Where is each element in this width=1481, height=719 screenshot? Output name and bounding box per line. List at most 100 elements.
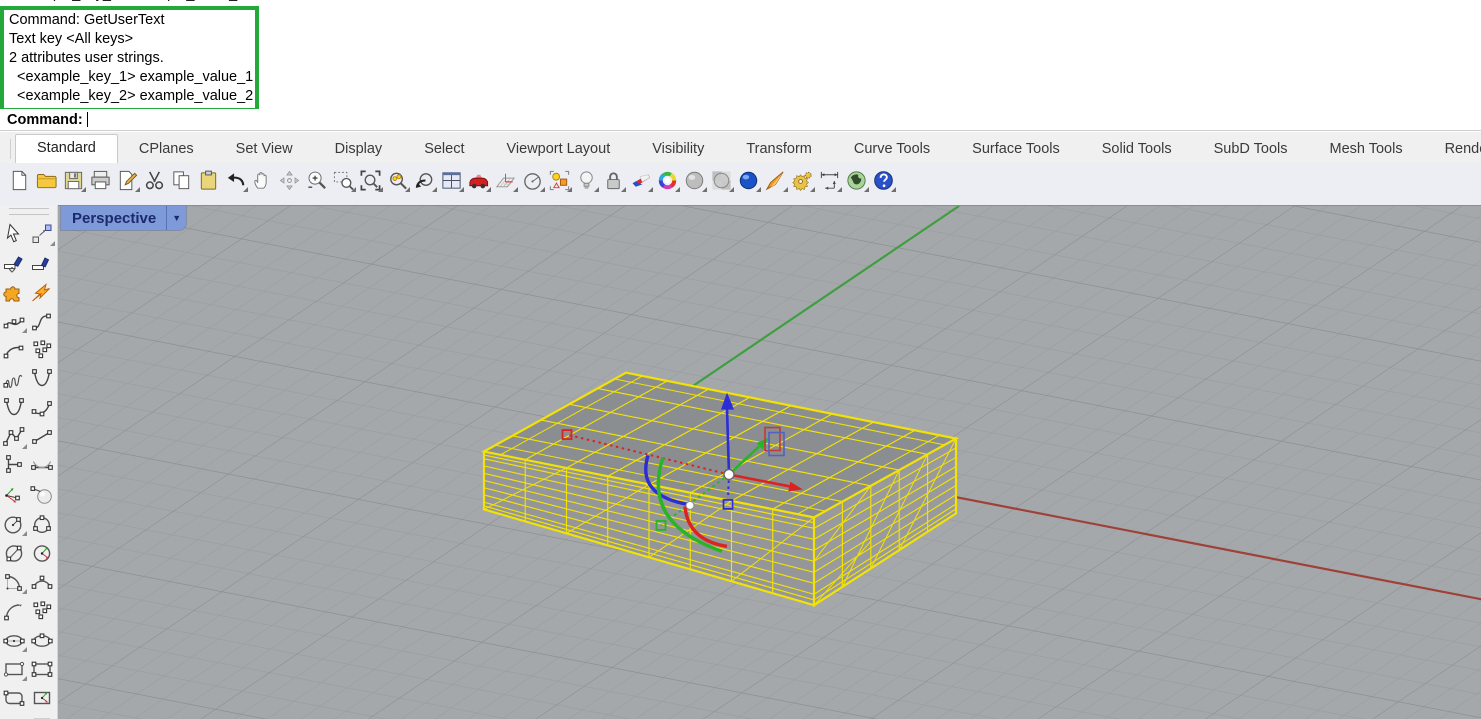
cut-icon[interactable] bbox=[141, 166, 168, 194]
line-perpendicular-tool-icon[interactable] bbox=[1, 453, 27, 479]
viewport-scene bbox=[58, 206, 1481, 719]
help-icon[interactable] bbox=[870, 166, 897, 194]
gumball-arc-knot[interactable] bbox=[686, 501, 694, 509]
undo-icon[interactable] bbox=[222, 166, 249, 194]
viewport-title: Perspective bbox=[72, 210, 166, 227]
viewport-title-tab[interactable]: Perspective ▼ bbox=[61, 206, 186, 230]
open-file-icon[interactable] bbox=[33, 166, 60, 194]
tab-cplanes[interactable]: CPlanes bbox=[118, 136, 215, 163]
tab-standard[interactable]: Standard bbox=[15, 134, 118, 163]
tab-transform[interactable]: Transform bbox=[725, 136, 833, 163]
circle-3pt-tool-icon[interactable] bbox=[29, 511, 55, 537]
ghosted-display-icon[interactable] bbox=[708, 166, 735, 194]
history-line: Text key <All keys> bbox=[9, 30, 255, 49]
zoom-dynamic-icon[interactable] bbox=[303, 166, 330, 194]
print-icon[interactable] bbox=[87, 166, 114, 194]
tab-viewport-layout[interactable]: Viewport Layout bbox=[486, 136, 632, 163]
set-radius-icon[interactable] bbox=[519, 166, 546, 194]
circle-center-radius-tool-icon[interactable] bbox=[1, 511, 27, 537]
history-line: <example_key_2> example_value_2 bbox=[9, 87, 255, 106]
layer-tools-icon[interactable] bbox=[627, 166, 654, 194]
tab-display[interactable]: Display bbox=[314, 136, 404, 163]
circle-tangent-tool-icon[interactable] bbox=[29, 482, 55, 508]
tab-mesh-tools[interactable]: Mesh Tools bbox=[1309, 136, 1424, 163]
tab-subd-tools[interactable]: SubD Tools bbox=[1193, 136, 1309, 163]
selection-filter-icon[interactable] bbox=[546, 166, 573, 194]
sidebar-grip[interactable] bbox=[9, 208, 49, 215]
command-history-box: Command: GetUserTextText key <All keys>2… bbox=[0, 6, 259, 112]
edit-properties-icon[interactable] bbox=[114, 166, 141, 194]
tab-surface-tools[interactable]: Surface Tools bbox=[951, 136, 1081, 163]
zoom-selected-icon[interactable] bbox=[384, 166, 411, 194]
rectangle-rounded-tool-icon[interactable] bbox=[1, 685, 27, 711]
arc-continue-tool-icon[interactable] bbox=[1, 598, 27, 624]
toolbar-tab-strip: StandardCPlanesSet ViewDisplaySelectView… bbox=[0, 132, 1481, 164]
line-tool-icon[interactable] bbox=[29, 424, 55, 450]
explode-tool-icon[interactable] bbox=[29, 279, 55, 305]
new-file-icon[interactable] bbox=[6, 166, 33, 194]
point-grid-tool-icon[interactable] bbox=[29, 337, 55, 363]
pan-icon[interactable] bbox=[249, 166, 276, 194]
viewport-layout-icon[interactable] bbox=[438, 166, 465, 194]
zoom-extents-icon[interactable] bbox=[357, 166, 384, 194]
parabola-tool-icon[interactable] bbox=[1, 395, 27, 421]
options-icon[interactable] bbox=[789, 166, 816, 194]
history-line: Command: GetUserText bbox=[9, 11, 255, 30]
sketch-tool-icon[interactable] bbox=[1, 366, 27, 392]
standard-toolbar bbox=[0, 163, 1481, 208]
ellipse-center-tool-icon[interactable] bbox=[1, 627, 27, 653]
arc-center-tool-icon[interactable] bbox=[1, 569, 27, 595]
undelete-tool-icon[interactable] bbox=[29, 250, 55, 276]
tab-select[interactable]: Select bbox=[403, 136, 485, 163]
tab-curve-tools[interactable]: Curve Tools bbox=[833, 136, 951, 163]
polygon-tool-icon[interactable] bbox=[1, 714, 27, 719]
dimension-icon[interactable] bbox=[816, 166, 843, 194]
polygon-inscribed-tool-icon[interactable] bbox=[29, 714, 55, 719]
cplane-icon[interactable] bbox=[492, 166, 519, 194]
tab-solid-tools[interactable]: Solid Tools bbox=[1081, 136, 1193, 163]
arc-blend-tool-icon[interactable] bbox=[1, 337, 27, 363]
polyline-tool-icon[interactable] bbox=[1, 424, 27, 450]
render-environment-icon[interactable] bbox=[843, 166, 870, 194]
arc-3pt-tool-icon[interactable] bbox=[29, 569, 55, 595]
spotlight-icon[interactable] bbox=[762, 166, 789, 194]
zoom-window-icon[interactable] bbox=[330, 166, 357, 194]
group-tool-icon[interactable] bbox=[1, 279, 27, 305]
line-tangent-tool-icon[interactable] bbox=[29, 453, 55, 479]
rectangle-3pt-tool-icon[interactable] bbox=[29, 656, 55, 682]
tab-strip-grip[interactable] bbox=[10, 139, 11, 159]
named-view-car-icon[interactable] bbox=[465, 166, 492, 194]
rectangle-center-tool-icon[interactable] bbox=[29, 685, 55, 711]
shaded-display-icon[interactable] bbox=[681, 166, 708, 194]
rotate-view-icon[interactable] bbox=[276, 166, 303, 194]
rectangle-tool-icon[interactable] bbox=[1, 656, 27, 682]
circle-diameter-tool-icon[interactable] bbox=[1, 540, 27, 566]
command-prompt[interactable]: Command: bbox=[0, 109, 1481, 131]
curve-through-points-tool-icon[interactable] bbox=[29, 366, 55, 392]
circle-vertical-tool-icon[interactable] bbox=[29, 540, 55, 566]
curve-interpolate-tool-icon[interactable] bbox=[1, 308, 27, 334]
lock-objects-icon[interactable] bbox=[600, 166, 627, 194]
hide-objects-icon[interactable] bbox=[573, 166, 600, 194]
perspective-viewport[interactable]: Perspective ▼ bbox=[58, 205, 1481, 719]
copy-icon[interactable] bbox=[168, 166, 195, 194]
curve-control-point-tool-icon[interactable] bbox=[29, 308, 55, 334]
paste-icon[interactable] bbox=[195, 166, 222, 194]
handle-curve-tool-icon[interactable] bbox=[29, 395, 55, 421]
rendered-display-icon[interactable] bbox=[735, 166, 762, 194]
point-cluster-tool-icon[interactable] bbox=[29, 598, 55, 624]
tab-render-tools[interactable]: Render Tools bbox=[1424, 136, 1481, 163]
select-tool-icon[interactable] bbox=[1, 221, 27, 247]
color-wheel-icon[interactable] bbox=[654, 166, 681, 194]
main-area: Perspective ▼ bbox=[0, 205, 1481, 719]
line-normal-tool-icon[interactable] bbox=[1, 482, 27, 508]
viewport-menu-arrow-icon[interactable]: ▼ bbox=[166, 206, 186, 230]
delete-tool-icon[interactable] bbox=[1, 250, 27, 276]
save-file-icon[interactable] bbox=[60, 166, 87, 194]
undo-view-change-icon[interactable] bbox=[411, 166, 438, 194]
ellipse-diameter-tool-icon[interactable] bbox=[29, 627, 55, 653]
gumball-origin-handle[interactable] bbox=[724, 469, 734, 479]
move-points-tool-icon[interactable] bbox=[29, 221, 55, 247]
tab-visibility[interactable]: Visibility bbox=[631, 136, 725, 163]
tab-set-view[interactable]: Set View bbox=[215, 136, 314, 163]
